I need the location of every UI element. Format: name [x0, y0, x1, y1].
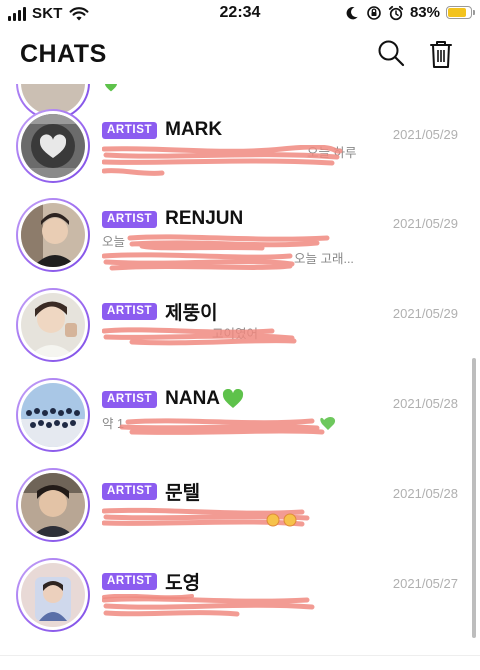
- divider: [0, 655, 480, 656]
- redaction-scribble: [102, 145, 343, 176]
- chat-name: 문텔: [165, 483, 201, 504]
- header: CHATS: [0, 28, 480, 84]
- orientation-lock-icon: [367, 5, 381, 20]
- battery-percent: 83%: [409, 4, 440, 21]
- chat-date: 2021/05/28: [392, 396, 458, 411]
- chat-name: RENJUN: [165, 208, 244, 229]
- delete-button[interactable]: [426, 38, 456, 70]
- moon-icon: [346, 6, 358, 19]
- chat-preview: [102, 594, 402, 624]
- trash-icon: [430, 41, 452, 68]
- chat-name: NANA: [165, 388, 221, 409]
- avatar: [16, 198, 90, 272]
- search-icon: [378, 40, 405, 67]
- chat-list-item[interactable]: ARTIST NANA 2021/05/28 약 1: [0, 378, 480, 468]
- redaction-scribble: [102, 234, 330, 271]
- battery-icon: [446, 6, 475, 19]
- status-bar: SKT 22:34 83%: [0, 0, 480, 28]
- chat-list-item[interactable]: ARTIST 문텔 2021/05/28: [0, 468, 480, 558]
- artist-badge: ARTIST: [102, 303, 158, 320]
- chat-date: 2021/05/28: [392, 486, 458, 501]
- chat-preview: 약 1: [102, 416, 402, 438]
- green-heart-icon: [105, 84, 117, 92]
- avatar: [16, 378, 90, 452]
- chat-list-item[interactable]: ARTIST 도영 2021/05/27: [0, 558, 480, 648]
- avatar: [16, 109, 90, 183]
- artist-badge: ARTIST: [102, 483, 158, 500]
- avatar: [16, 288, 90, 362]
- chat-name: MARK: [165, 119, 223, 140]
- redaction-scribble: [119, 417, 336, 435]
- scrollbar[interactable]: [472, 358, 476, 638]
- chat-preview: [102, 506, 402, 530]
- chat-date: 2021/05/29: [392, 306, 458, 321]
- green-heart-icon: [222, 389, 244, 408]
- chat-name: 도영: [165, 573, 201, 594]
- chat-list-item[interactable]: ARTIST 제뚱이 2021/05/29 고이였어: [0, 288, 480, 378]
- chat-preview: 오늘 하루: [102, 145, 402, 181]
- redaction-scribble: [102, 594, 315, 617]
- avatar: [16, 558, 90, 632]
- artist-badge: ARTIST: [102, 390, 158, 408]
- battery-level: [448, 8, 467, 17]
- alarm-icon: [388, 5, 404, 20]
- chat-preview: 오늘 오늘 고래...: [102, 234, 402, 271]
- chat-preview: 고이였어: [102, 325, 402, 347]
- artist-badge: ARTIST: [102, 573, 158, 590]
- search-button[interactable]: [376, 38, 406, 70]
- artist-badge: ARTIST: [102, 121, 158, 139]
- chat-date: 2021/05/27: [392, 576, 458, 591]
- chat-name: 제뚱이: [165, 303, 218, 324]
- chat-list-item[interactable]: ARTIST RENJUN 2021/05/29 오늘 오늘 고래...: [0, 198, 480, 288]
- chat-list: ARTIST MARK 2021/05/29 오늘 하루 ARTIST RENJ…: [0, 84, 480, 670]
- chat-date: 2021/05/29: [392, 216, 458, 231]
- chat-date: 2021/05/29: [392, 127, 458, 142]
- chat-list-item[interactable]: ARTIST MARK 2021/05/29 오늘 하루: [0, 109, 480, 199]
- avatar: [16, 468, 90, 542]
- redaction-scribble: [102, 507, 310, 527]
- page-title: CHATS: [20, 40, 107, 68]
- artist-badge: ARTIST: [102, 210, 158, 228]
